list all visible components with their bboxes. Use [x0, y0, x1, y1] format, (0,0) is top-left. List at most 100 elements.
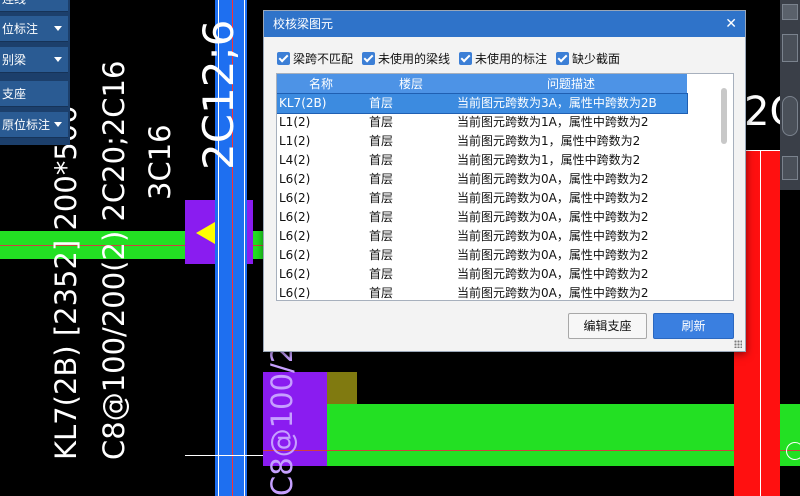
left-panel: 连线 位标注 别梁 支座 原位标注 — [0, 0, 70, 145]
outline-horizontal — [185, 455, 265, 456]
table-row[interactable]: L6(2) 首层 当前图元跨数为0A，属性中跨数为2 — [277, 170, 687, 189]
olive-block — [327, 372, 357, 404]
cell-name: L1(2) — [279, 115, 311, 129]
close-icon[interactable]: ✕ — [725, 11, 737, 37]
beam-name-label: KL7(2B) [2352] 200*500 — [49, 105, 83, 460]
cell-description: 当前图元跨数为0A，属性中跨数为2 — [457, 191, 649, 205]
left-panel-item-label: 连线 — [2, 0, 26, 6]
checkbox-checked-icon[interactable] — [277, 51, 290, 65]
checkbox-label: 未使用的标注 — [475, 51, 548, 66]
cell-name: L1(2) — [279, 134, 311, 148]
cell-floor: 首层 — [369, 153, 394, 167]
cell-name: L6(2) — [279, 210, 311, 224]
checkbox-unused-beam-line[interactable]: 未使用的梁线 — [362, 50, 450, 67]
left-panel-item-2[interactable]: 别梁 — [0, 47, 68, 73]
cell-name: L6(2) — [279, 172, 311, 186]
check-beam-dialog: 校核梁图元 ✕ 梁跨不匹配 未使用的梁线 未使用的标注 缺少截面 名称 楼层 问… — [263, 10, 746, 352]
cell-floor: 首层 — [369, 267, 394, 281]
cell-description: 当前图元跨数为0A，属性中跨数为2 — [457, 267, 649, 281]
column-header-floor[interactable]: 楼层 — [399, 74, 423, 94]
column-header-description[interactable]: 问题描述 — [547, 74, 595, 94]
cell-description: 当前图元跨数为1，属性中跨数为2 — [457, 153, 641, 167]
cell-name: L6(2) — [279, 191, 311, 205]
chevron-down-icon — [54, 122, 62, 127]
cell-description: 当前图元跨数为0A，属性中跨数为2 — [457, 248, 649, 262]
resize-grip-icon[interactable] — [734, 340, 742, 348]
issues-table[interactable]: 名称 楼层 问题描述 KL7(2B) 首层 当前图元跨数为3A，属性中跨数为2B L1… — [276, 73, 734, 301]
cell-floor: 首层 — [369, 172, 394, 186]
cell-description: 当前图元跨数为0A，属性中跨数为2 — [457, 172, 649, 186]
toolbar-grid-icon[interactable] — [782, 156, 798, 180]
toolbar-3d-icon[interactable] — [782, 4, 798, 20]
chevron-down-icon — [54, 57, 62, 62]
table-row[interactable]: KL7(2B) 首层 当前图元跨数为3A，属性中跨数为2B — [277, 93, 688, 114]
table-row[interactable]: L6(2) 首层 当前图元跨数为0A，属性中跨数为2 — [277, 284, 687, 300]
stirrup-label: C8@100/200(2) 2C20;2C16 — [97, 60, 131, 460]
checkbox-checked-icon[interactable] — [459, 51, 473, 65]
toolbar-rotate-icon[interactable] — [782, 96, 798, 136]
left-panel-item-0[interactable]: 连线 — [0, 0, 68, 12]
dialog-title: 校核梁图元 — [273, 17, 334, 31]
checkbox-missing-section[interactable]: 缺少截面 — [556, 50, 620, 67]
cell-floor: 首层 — [369, 134, 394, 148]
table-row[interactable]: L1(2) 首层 当前图元跨数为1，属性中跨数为2 — [277, 132, 687, 151]
left-panel-item-1[interactable]: 位标注 — [0, 16, 68, 42]
beam-band-lower[interactable] — [327, 404, 800, 466]
table-row[interactable]: L6(2) 首层 当前图元跨数为0A，属性中跨数为2 — [277, 227, 687, 246]
left-panel-item-4[interactable]: 原位标注 — [0, 112, 68, 138]
toolbar-view-icon[interactable] — [782, 34, 798, 62]
table-row[interactable]: L1(2) 首层 当前图元跨数为1A，属性中跨数为2 — [277, 113, 687, 132]
dialog-titlebar[interactable]: 校核梁图元 ✕ — [264, 11, 745, 37]
table-row[interactable]: L4(2) 首层 当前图元跨数为1，属性中跨数为2 — [277, 151, 687, 170]
left-panel-item-label: 别梁 — [2, 53, 27, 67]
cell-floor: 首层 — [369, 191, 394, 205]
refresh-button[interactable]: 刷新 — [653, 313, 734, 339]
cell-floor: 首层 — [369, 210, 394, 224]
cell-name: L6(2) — [279, 286, 311, 300]
top-bar-label: 2C12;6 — [194, 19, 243, 170]
support-outline — [760, 150, 761, 496]
cell-description: 当前图元跨数为0A，属性中跨数为2 — [457, 210, 649, 224]
table-scrollbar[interactable] — [715, 74, 733, 300]
cell-description: 当前图元跨数为0A，属性中跨数为2 — [457, 286, 649, 300]
cell-floor: 首层 — [369, 248, 394, 262]
cell-floor: 首层 — [369, 96, 394, 110]
table-row[interactable]: L6(2) 首层 当前图元跨数为0A，属性中跨数为2 — [277, 265, 687, 284]
table-row[interactable]: L6(2) 首层 当前图元跨数为0A，属性中跨数为2 — [277, 246, 687, 265]
checkbox-checked-icon[interactable] — [362, 51, 376, 65]
axis-marker-icon — [786, 442, 800, 460]
checkbox-label: 未使用的梁线 — [378, 51, 451, 66]
table-row[interactable]: L6(2) 首层 当前图元跨数为0A，属性中跨数为2 — [277, 208, 687, 227]
column-outline-right — [244, 0, 245, 496]
checkbox-span-mismatch[interactable]: 梁跨不匹配 — [277, 50, 353, 67]
left-panel-item-label: 位标注 — [2, 22, 39, 36]
cell-name: KL7(2B) — [279, 96, 327, 110]
left-panel-item-label: 原位标注 — [2, 118, 51, 132]
filter-checkboxes: 梁跨不匹配 未使用的梁线 未使用的标注 缺少截面 — [277, 49, 629, 67]
table-row[interactable]: L6(2) 首层 当前图元跨数为0A，属性中跨数为2 — [277, 189, 687, 208]
checkbox-unused-annotation[interactable]: 未使用的标注 — [459, 50, 547, 67]
left-panel-item-3[interactable]: 支座 — [0, 81, 68, 107]
left-panel-item-label: 支座 — [2, 87, 27, 101]
cell-floor: 首层 — [369, 229, 394, 243]
cell-name: L6(2) — [279, 229, 311, 243]
cell-description: 当前图元跨数为3A，属性中跨数为2B — [457, 96, 657, 110]
checkbox-label: 缺少截面 — [572, 51, 621, 66]
cell-name: L4(2) — [279, 153, 311, 167]
right-toolbar — [780, 0, 800, 190]
checkbox-label: 梁跨不匹配 — [293, 51, 354, 66]
cell-description: 当前图元跨数为1，属性中跨数为2 — [457, 134, 641, 148]
cell-floor: 首层 — [369, 115, 394, 129]
cell-name: L6(2) — [279, 267, 311, 281]
cell-description: 当前图元跨数为0A，属性中跨数为2 — [457, 229, 649, 243]
scrollbar-thumb[interactable] — [721, 88, 727, 144]
chevron-down-icon — [54, 26, 62, 31]
checkbox-checked-icon[interactable] — [556, 51, 570, 65]
table-header: 名称 楼层 问题描述 — [277, 74, 687, 94]
beam-centerline-lower — [263, 450, 800, 451]
bottom-bar-label: 3C16 — [143, 124, 177, 200]
edit-support-button[interactable]: 编辑支座 — [568, 313, 647, 339]
cell-floor: 首层 — [369, 286, 394, 300]
column-header-name[interactable]: 名称 — [309, 74, 333, 94]
cell-name: L6(2) — [279, 248, 311, 262]
